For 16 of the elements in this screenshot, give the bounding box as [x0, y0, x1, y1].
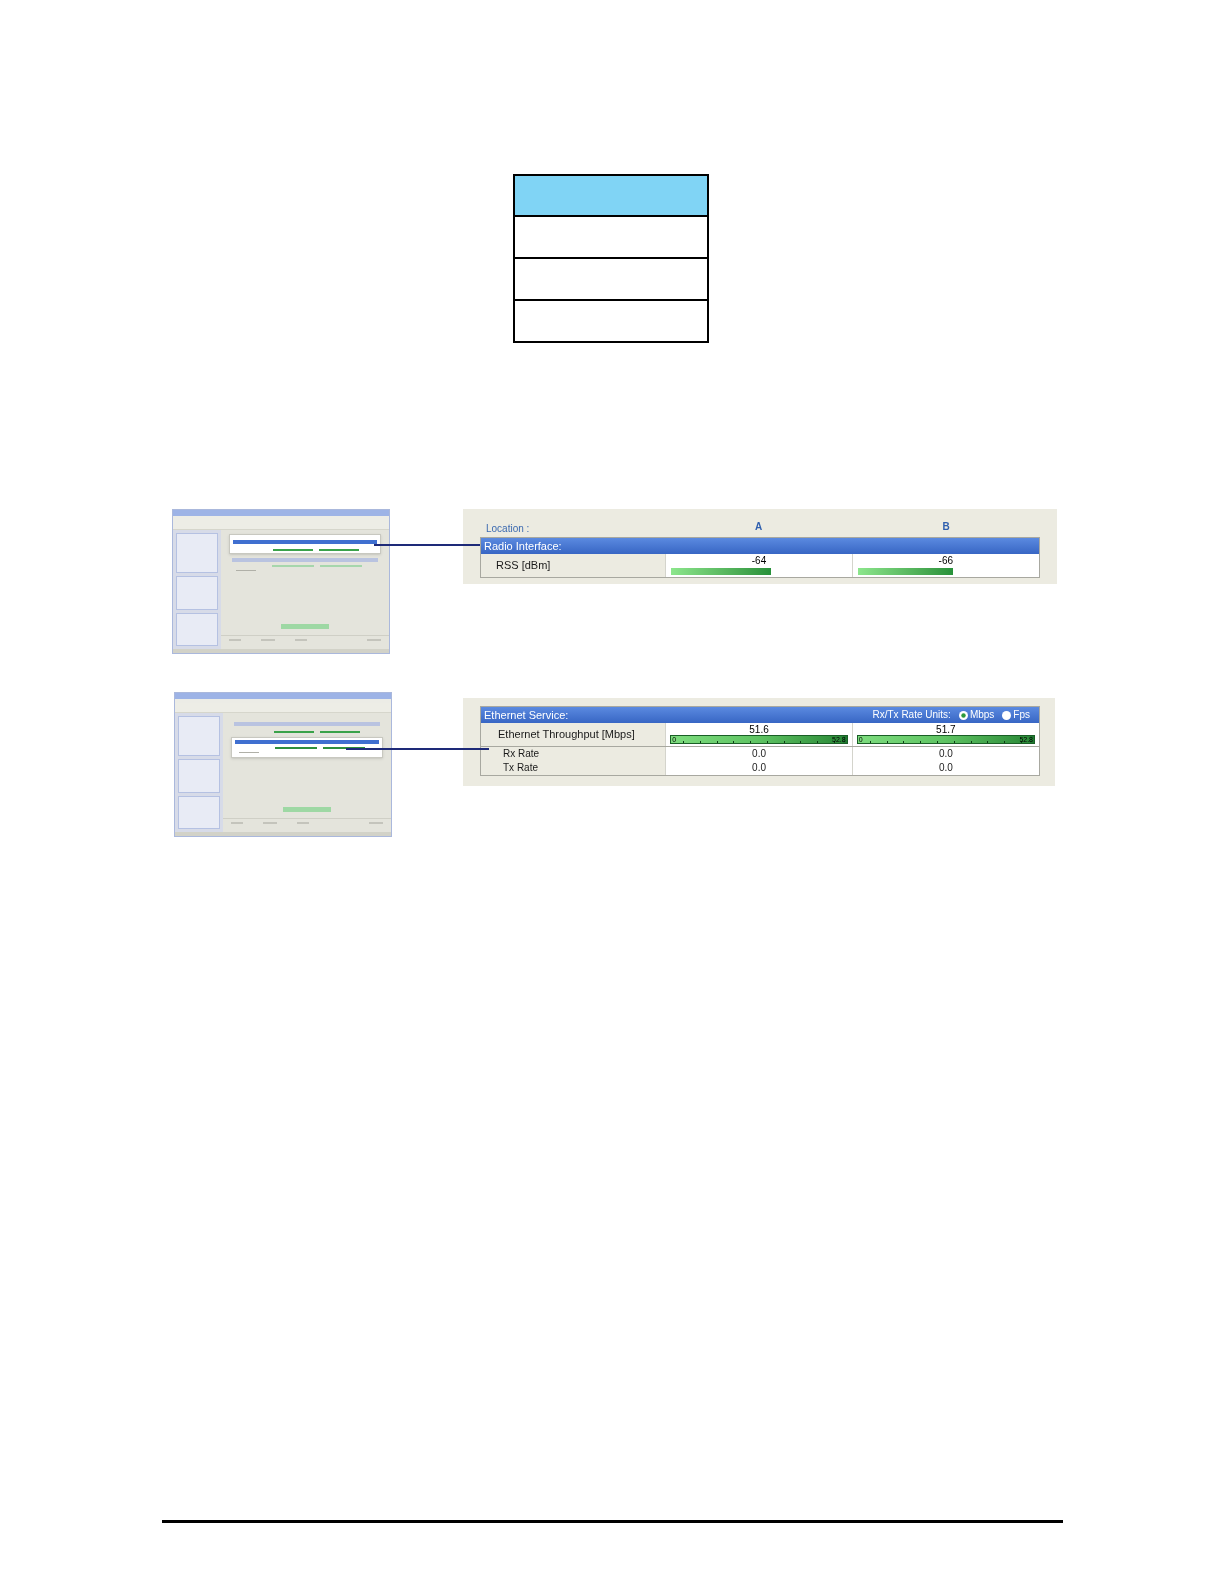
table-cell: 0.0: [665, 747, 852, 761]
table-cell: 0.0: [851, 747, 1039, 761]
location-label: Location :: [486, 522, 530, 534]
value-text: -64: [751, 555, 767, 567]
units-label: Rx/Tx Rate Units:: [872, 710, 951, 720]
section-title: Ethernet Service:: [484, 709, 569, 721]
value-text: 51.6: [749, 724, 769, 735]
unit-radio-option[interactable]: Fps: [1002, 710, 1030, 720]
location-column-heading: B: [942, 520, 950, 534]
value-text: 51.7: [936, 724, 956, 735]
table-cell: 0.0: [665, 761, 852, 775]
section-title: Radio Interface:: [484, 540, 562, 552]
value-text: -66: [938, 555, 954, 567]
unit-radio-option[interactable]: Mbps: [958, 710, 995, 720]
table-cell: 0.0: [851, 761, 1039, 775]
location-column-heading: A: [754, 520, 763, 534]
